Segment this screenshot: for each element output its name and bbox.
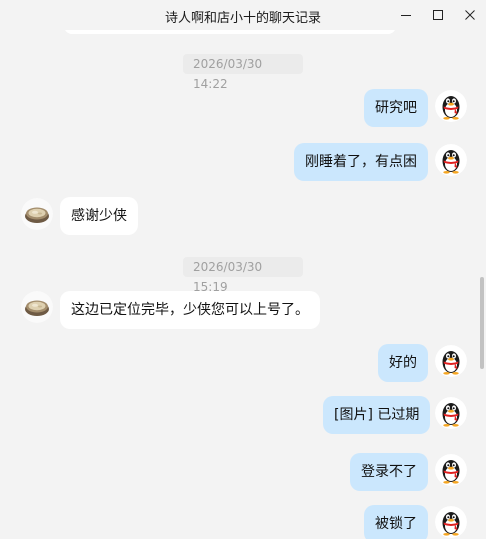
food-bowl-avatar-icon[interactable] <box>21 198 53 230</box>
message-timestamp: 2026/03/30 14:22 <box>183 54 303 91</box>
message-list[interactable]: 2026/03/30 14:22 研究吧 刚睡着了，有点困 感谢少侠 2026/… <box>0 30 486 539</box>
message-bubble-self[interactable]: 被锁了 <box>364 505 428 539</box>
title-bar[interactable]: 诗人啊和店小十的聊天记录 <box>0 0 486 30</box>
message-bubble-partial <box>64 30 396 34</box>
minimize-button[interactable] <box>390 0 422 30</box>
chat-history-window: 诗人啊和店小十的聊天记录 2026/03/30 14:22 研究吧 刚睡着了，有… <box>0 0 486 539</box>
message-bubble-other[interactable]: 感谢少侠 <box>60 197 138 235</box>
message-bubble-self[interactable]: 登录不了 <box>350 453 428 491</box>
message-bubble-self[interactable]: 刚睡着了，有点困 <box>294 143 428 181</box>
close-button[interactable] <box>454 0 486 30</box>
qq-penguin-icon[interactable] <box>435 506 467 538</box>
maximize-icon <box>433 10 443 20</box>
food-bowl-avatar-icon[interactable] <box>21 291 53 323</box>
message-bubble-self[interactable]: 研究吧 <box>364 89 428 127</box>
qq-penguin-icon[interactable] <box>435 90 467 122</box>
qq-penguin-icon[interactable] <box>435 345 467 377</box>
close-icon <box>465 10 475 20</box>
message-bubble-self[interactable]: [图片] 已过期 <box>323 396 431 434</box>
message-bubble-other[interactable]: 这边已定位完毕，少侠您可以上号了。 <box>60 291 320 329</box>
qq-penguin-icon[interactable] <box>435 397 467 429</box>
message-timestamp: 2026/03/30 15:19 <box>183 257 303 294</box>
message-bubble-self[interactable]: 好的 <box>378 344 428 382</box>
qq-penguin-icon[interactable] <box>435 454 467 486</box>
maximize-button[interactable] <box>422 0 454 30</box>
qq-penguin-icon[interactable] <box>435 144 467 176</box>
minimize-icon <box>401 15 411 16</box>
scrollbar-thumb[interactable] <box>480 277 484 369</box>
